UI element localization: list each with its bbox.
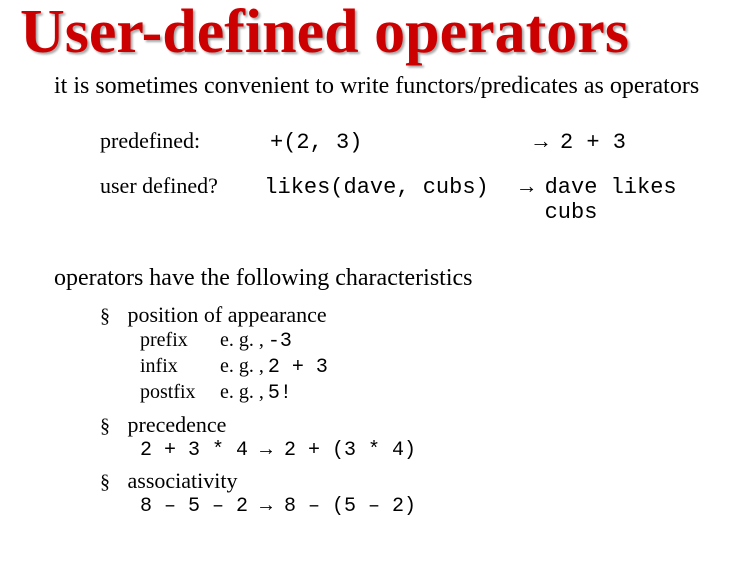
characteristics-list: position of appearance prefix e. g. , -3… xyxy=(100,302,736,518)
bullet-label: associativity xyxy=(128,468,238,493)
position-example-code: 2 + 3 xyxy=(268,355,328,380)
slide: User-defined operators it is sometimes c… xyxy=(0,0,756,544)
position-sublist: prefix e. g. , -3 infix e. g. , 2 + 3 po… xyxy=(140,328,736,406)
position-item: postfix e. g. , 5! xyxy=(140,380,736,406)
example-label: user defined? xyxy=(100,173,264,199)
position-name: prefix xyxy=(140,328,220,353)
eg-label: e. g. , xyxy=(220,328,264,353)
arrow-icon: → xyxy=(256,494,276,517)
example-functor: likes(dave, cubs) xyxy=(264,175,515,200)
position-item: prefix e. g. , -3 xyxy=(140,328,736,354)
examples-block: predefined: +(2, 3) → 2 + 3 user defined… xyxy=(100,128,736,225)
example-operator-form: 2 + 3 xyxy=(560,130,626,155)
bullet-associativity: associativity 8 – 5 – 2 → 8 – (5 – 2) xyxy=(100,468,736,518)
arrow-icon: → xyxy=(530,128,560,154)
slide-title: User-defined operators xyxy=(20,0,736,65)
bullet-label: position of appearance xyxy=(128,302,327,327)
example-functor: +(2, 3) xyxy=(270,130,530,155)
precedence-expr: 2 + 3 * 4 → 2 + (3 * 4) xyxy=(140,438,736,462)
expr-rhs: 8 – (5 – 2) xyxy=(284,495,416,518)
arrow-icon: → xyxy=(516,173,545,199)
position-example-code: -3 xyxy=(268,329,292,354)
position-name: infix xyxy=(140,354,220,379)
bullet-precedence: precedence 2 + 3 * 4 → 2 + (3 * 4) xyxy=(100,412,736,462)
expr-lhs: 8 – 5 – 2 xyxy=(140,495,248,518)
example-operator-form: dave likes cubs xyxy=(545,175,736,225)
associativity-expr: 8 – 5 – 2 → 8 – (5 – 2) xyxy=(140,494,736,518)
expr-lhs: 2 + 3 * 4 xyxy=(140,439,248,462)
example-label: predefined: xyxy=(100,128,270,154)
position-name: postfix xyxy=(140,380,220,405)
bullet-label: precedence xyxy=(128,412,227,437)
section-intro: operators have the following characteris… xyxy=(54,265,736,292)
position-example-code: 5! xyxy=(268,381,292,406)
bullet-position: position of appearance prefix e. g. , -3… xyxy=(100,302,736,406)
example-row: user defined? likes(dave, cubs) → dave l… xyxy=(100,173,736,225)
arrow-icon: → xyxy=(256,438,276,461)
position-item: infix e. g. , 2 + 3 xyxy=(140,354,736,380)
expr-rhs: 2 + (3 * 4) xyxy=(284,439,416,462)
eg-label: e. g. , xyxy=(220,380,264,405)
intro-text: it is sometimes convenient to write func… xyxy=(54,73,736,100)
example-row: predefined: +(2, 3) → 2 + 3 xyxy=(100,128,736,155)
eg-label: e. g. , xyxy=(220,354,264,379)
